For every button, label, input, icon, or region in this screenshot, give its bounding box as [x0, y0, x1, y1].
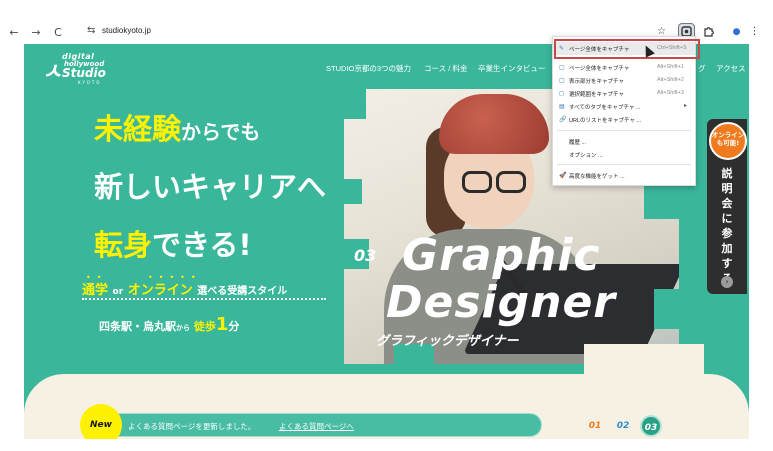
- access-stations: 四条駅・烏丸駅: [99, 320, 176, 333]
- access-minutes-unit: 分: [228, 320, 240, 333]
- menu-item-label: 高度な機能をゲット ...: [569, 174, 625, 180]
- browser-window: ← → C ⇆ studiokyoto.jp ☆ ● ⋮ ㅅ digital h…: [0, 0, 773, 451]
- menu-item-label: すべてのタブをキャプチャ ...: [569, 105, 641, 111]
- study-style-rest: 選べる受講スタイル: [197, 286, 288, 297]
- link-icon: 🔗: [559, 117, 567, 123]
- menu-item-label: 表示部分をキャプチャ: [569, 79, 624, 85]
- access-from: から: [176, 324, 190, 332]
- menu-item-shortcut: Alt+Shift+2: [657, 77, 684, 83]
- nav-link-charms[interactable]: STUDIO京都の3つの魅力: [326, 63, 411, 74]
- study-style-online: オンライン: [127, 283, 193, 298]
- menu-item-history[interactable]: 履歴 ...: [553, 135, 695, 148]
- page-icon: ▢: [559, 65, 565, 71]
- extensions-puzzle-icon[interactable]: [700, 23, 717, 40]
- menu-item-capture-url-list[interactable]: 🔗 URLのリストをキャプチャ ...: [553, 113, 695, 126]
- access-walk: 徒歩: [193, 320, 216, 333]
- chevron-right-icon[interactable]: ›: [721, 276, 733, 288]
- rocket-icon: 🚀: [559, 173, 567, 179]
- back-arrow-icon[interactable]: ←: [6, 24, 22, 40]
- access-minutes-number: 1: [215, 314, 229, 335]
- menu-item-label: URLのリストをキャプチャ ...: [569, 118, 642, 124]
- side-char: 会: [721, 197, 733, 210]
- new-badge: New: [80, 404, 122, 439]
- highlight-box: [554, 39, 700, 59]
- side-char: 説: [721, 167, 733, 180]
- photo-tile: [654, 289, 679, 329]
- photo-hat: [439, 94, 549, 154]
- menu-item-capture-visible[interactable]: ▢ 表示部分をキャプチャ Alt+Shift+2: [553, 74, 695, 87]
- photo-glasses-right: [496, 171, 526, 193]
- menu-item-capture-selection[interactable]: ◻ 選択範囲をキャプチャ Alt+Shift+3: [553, 87, 695, 100]
- logo-mark-icon: ㅅ: [42, 60, 63, 85]
- url-text: studiokyoto.jp: [102, 26, 151, 35]
- nav-link-courses[interactable]: コース / 料金: [424, 63, 467, 74]
- headline-line-1: 未経験からでも: [94, 106, 260, 148]
- site-info-icon[interactable]: ⇆: [87, 25, 95, 36]
- photo-tile: [344, 89, 366, 119]
- study-style-or: or: [112, 287, 124, 297]
- puzzle-icon: [704, 27, 714, 37]
- menu-item-label: オプション ...: [569, 153, 603, 159]
- side-char: 加: [721, 242, 733, 255]
- feature-title-kana: グラフィックデザイナー: [376, 334, 519, 349]
- menu-item-capture-all-tabs[interactable]: ▤ すべてのタブをキャプチャ ... ▸: [553, 100, 695, 113]
- headline-rest-3: できる!: [152, 228, 252, 262]
- access-text: 四条駅・烏丸駅から 徒歩1分: [99, 314, 239, 335]
- nav-link-interviews[interactable]: 卒業生インタビュー: [478, 63, 546, 74]
- menu-item-label: 履歴 ...: [569, 140, 587, 146]
- news-text: よくある質問ページを更新しました。: [128, 422, 256, 431]
- headline-accent-3: 転身: [94, 228, 153, 262]
- faq-link[interactable]: よくある質問ページへ: [279, 421, 354, 432]
- menu-item-shortcut: Alt+Shift+3: [657, 90, 684, 96]
- photo-tile: [644, 184, 679, 219]
- profile-avatar-icon[interactable]: ●: [728, 23, 745, 40]
- seminar-side-text[interactable]: 説 明 会 に 参 加 す る: [716, 166, 738, 286]
- menu-item-capture-full[interactable]: ▢ ページ全体をキャプチャ Alt+Shift+1: [553, 61, 695, 74]
- menu-item-label: ページ全体をキャプチャ: [569, 66, 630, 72]
- headline-accent-1: 未経験: [94, 112, 182, 146]
- menu-item-shortcut: Alt+Shift+1: [657, 64, 684, 70]
- headline-rest-1: からでも: [181, 120, 261, 144]
- menu-item-advanced-features[interactable]: 🚀 高度な機能をゲット ...: [553, 169, 695, 182]
- feature-title-graphic: Graphic: [402, 230, 601, 281]
- forward-arrow-icon[interactable]: →: [28, 24, 44, 40]
- nav-link-partial[interactable]: グ: [698, 63, 706, 74]
- slide-pager-01[interactable]: 01: [584, 415, 606, 437]
- side-char: 明: [721, 182, 733, 195]
- nav-link-access[interactable]: アクセス: [716, 63, 746, 74]
- photo-glasses-left: [462, 171, 492, 193]
- tabs-icon: ▤: [559, 104, 565, 110]
- photo-tile: [344, 179, 362, 204]
- logo-text-studio: Studio: [62, 66, 106, 80]
- feature-title-designer: Designer: [386, 277, 616, 328]
- more-menu-icon[interactable]: ⋮: [746, 23, 763, 40]
- side-char: に: [721, 212, 733, 225]
- menu-item-label: 選択範囲をキャプチャ: [569, 92, 624, 98]
- slide-pager-03[interactable]: 03: [640, 415, 662, 437]
- cream-block: [584, 344, 704, 384]
- study-style-commute: 通学: [82, 283, 109, 298]
- headline-line-3: 転身できる!: [94, 222, 252, 264]
- submenu-arrow-icon: ▸: [684, 103, 688, 109]
- slide-pager-02[interactable]: 02: [612, 415, 634, 437]
- feature-number: 03: [354, 246, 377, 265]
- menu-separator: [557, 130, 691, 131]
- study-style-text: 通学 or オンライン 選べる受講スタイル: [82, 279, 287, 298]
- side-char: す: [721, 257, 733, 270]
- side-char: 参: [721, 227, 733, 240]
- visible-area-icon: ▢: [559, 78, 565, 84]
- menu-item-options[interactable]: オプション ...: [553, 148, 695, 161]
- logo-text-kyoto: KYOTO: [78, 80, 102, 85]
- headline-line-2: 新しいキャリアへ: [94, 170, 327, 204]
- dotted-divider: [82, 298, 326, 300]
- reload-icon[interactable]: C: [50, 24, 66, 40]
- menu-separator: [557, 164, 691, 165]
- selection-icon: ◻: [559, 91, 564, 97]
- site-logo[interactable]: ㅅ digital hollywood Studio KYOTO: [42, 52, 132, 88]
- online-ok-bubble: オンライン も可能!: [709, 122, 747, 160]
